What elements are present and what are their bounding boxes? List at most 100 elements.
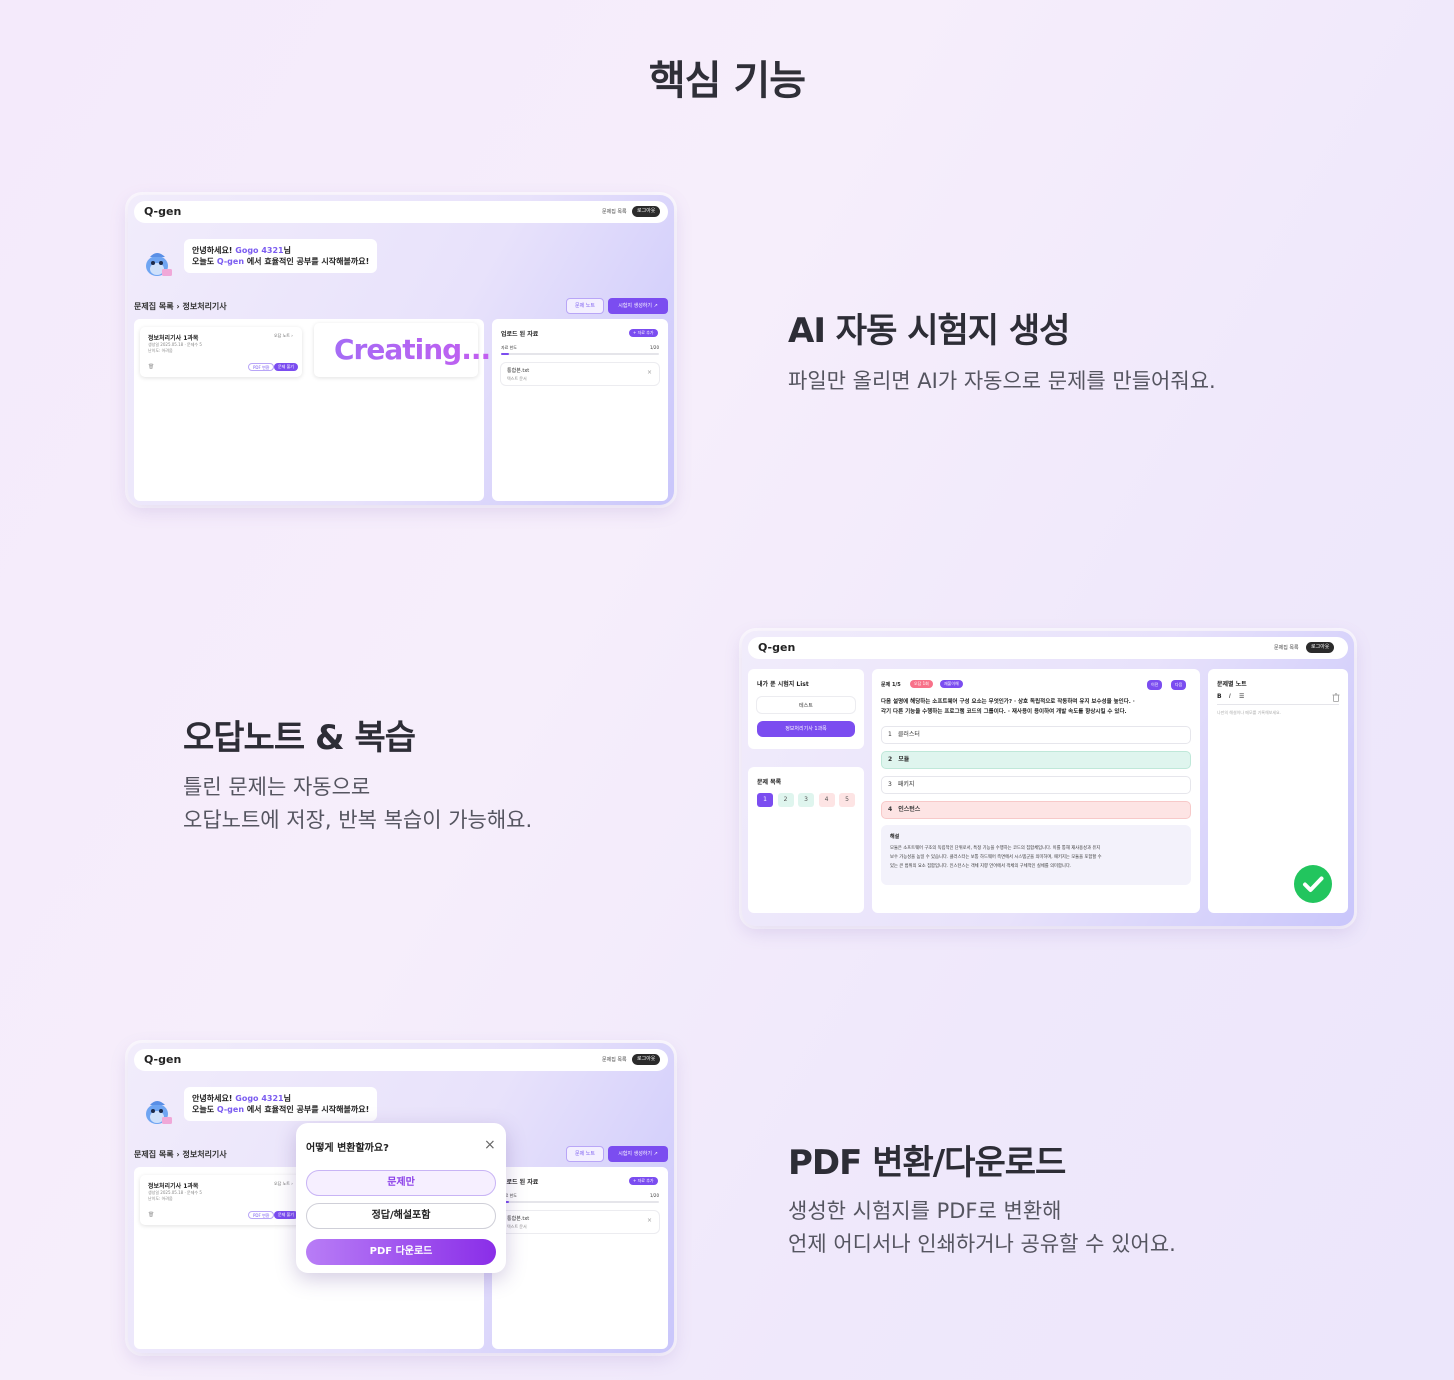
wrong-note-link[interactable]: 오답 노트 ›	[274, 333, 293, 339]
prev-button[interactable]: 이전	[1147, 680, 1163, 690]
problem-number-button[interactable]: 2	[777, 793, 794, 807]
usage-label: 자료 한도	[501, 345, 517, 350]
usage-progress	[501, 353, 659, 355]
wrong-note-link[interactable]: 오답 노트 ›	[274, 1181, 293, 1187]
add-file-button[interactable]: + 자료 추가	[629, 1177, 658, 1185]
breadcrumb-root[interactable]: 문제집 목록	[134, 302, 174, 311]
app-logo[interactable]: Q-gen	[144, 1053, 181, 1066]
problem-note-button[interactable]: 문제 노트	[566, 1146, 604, 1162]
logout-button[interactable]: 로그아웃	[632, 1054, 661, 1065]
note-toolbar-divider	[1217, 704, 1339, 705]
app-header: Q-gen 문제집 목록 로그아웃	[748, 637, 1348, 659]
problem-set-card[interactable]: 정보처리기사 1과목 생성일 2025.05.18 · 문제수 5 난이도: 어…	[140, 1175, 302, 1225]
trash-icon[interactable]	[1332, 693, 1340, 702]
answer-option[interactable]: 1 클러스터	[881, 726, 1191, 744]
remove-file-icon[interactable]: ×	[647, 369, 652, 376]
answer-option[interactable]: 2 모듈	[881, 751, 1191, 769]
option-number: 1	[888, 731, 892, 738]
option-questions-only[interactable]: 문제만	[306, 1170, 496, 1196]
retry-tag: 재풀이해	[940, 680, 963, 688]
greeting-box: 안녕하세요! Gogo 4321님 오늘도 Q-gen 에서 효율적인 공부를 …	[184, 239, 378, 273]
problem-note-button[interactable]: 문제 노트	[566, 298, 604, 314]
solve-button[interactable]: 문제 풀기	[274, 1211, 298, 1219]
option-number: 3	[888, 781, 892, 788]
check-icon	[1294, 865, 1332, 903]
feature-3-title: PDF 변환/다운로드	[788, 1143, 1066, 1183]
note-placeholder[interactable]: 나만의 해설이나 메모를 기록해보세요.	[1217, 710, 1281, 716]
problem-number-button[interactable]: 1	[757, 793, 773, 807]
problem-number-button[interactable]: 4	[818, 793, 835, 807]
next-button[interactable]: 다음	[1171, 680, 1187, 690]
list-tool-icon[interactable]: ☰	[1239, 693, 1244, 700]
usage-progress	[501, 1201, 659, 1203]
feature-3-desc-line1: 생성한 시험지를 PDF로 변환해	[788, 1199, 1062, 1223]
greeting-line2-suffix: 에서 효율적인 공부를 시작해볼까요!	[246, 1105, 370, 1114]
feature-2-mockup: Q-gen 문제집 목록 로그아웃 내가 푼 시험지 List 테스트 정보처리…	[742, 631, 1354, 926]
greeting-line2-prefix: 오늘도	[192, 257, 215, 266]
trash-icon[interactable]: 🗑	[148, 1212, 154, 1218]
option-number: 2	[888, 756, 893, 763]
feature-2-desc-line2: 오답노트에 저장, 반복 복습이 가능해요.	[183, 808, 533, 832]
question-panel: 문제 1/5 오답 1회 재풀이해 이전 다음 다음 설명에 해당하는 소프트웨…	[872, 669, 1200, 913]
breadcrumb-separator: ›	[176, 302, 180, 311]
remove-file-icon[interactable]: ×	[647, 1217, 652, 1224]
breadcrumb-root[interactable]: 문제집 목록	[134, 1150, 174, 1159]
solved-item-active[interactable]: 정보처리기사 1과목	[757, 721, 855, 737]
uploaded-file-item[interactable]: 통합본.txt 텍스트 문서 ×	[501, 1211, 659, 1233]
breadcrumb-current: 정보처리기사	[182, 1150, 227, 1159]
add-file-button[interactable]: + 자료 추가	[629, 329, 658, 337]
dolphin-mascot-icon	[146, 253, 172, 276]
problem-set-card[interactable]: 정보처리기사 1과목 생성일 2025.05.18 · 문제수 5 난이도: 어…	[140, 327, 302, 377]
option-with-answers[interactable]: 정답/해설포함	[306, 1203, 496, 1229]
usage-count: 1/20	[650, 1193, 659, 1198]
uploaded-file-item[interactable]: 통합본.txt 텍스트 문서 ×	[501, 363, 659, 385]
greeting-text: 안녕하세요!	[192, 1094, 233, 1103]
username: Gogo 4321	[235, 246, 284, 255]
nav-problem-list[interactable]: 문제집 목록	[1274, 644, 1299, 651]
breadcrumb: 문제집 목록 › 정보처리기사	[134, 301, 227, 312]
option-text: 모듈	[898, 756, 910, 763]
app-logo[interactable]: Q-gen	[758, 641, 795, 654]
dolphin-mascot-icon	[146, 1101, 172, 1124]
pdf-convert-button[interactable]: PDF 변환	[248, 363, 275, 371]
username: Gogo 4321	[235, 1094, 284, 1103]
feature-1-title: AI 자동 시험지 생성	[788, 311, 1070, 351]
breadcrumb: 문제집 목록 › 정보처리기사	[134, 1149, 227, 1160]
breadcrumb-separator: ›	[176, 1150, 180, 1159]
italic-tool-icon[interactable]: I	[1229, 693, 1231, 700]
answer-option[interactable]: 4 인스턴스	[881, 801, 1191, 819]
problem-number-button[interactable]: 3	[798, 793, 814, 807]
creating-label: Creating...	[334, 333, 491, 366]
usage-count: 1/20	[650, 345, 659, 350]
uploaded-title: 업로드 된 자료	[501, 1179, 539, 1186]
solved-item-test[interactable]: 테스트	[757, 697, 855, 713]
pdf-convert-button[interactable]: PDF 변환	[248, 1211, 275, 1219]
nav-problem-list[interactable]: 문제집 목록	[602, 208, 627, 215]
bold-tool-icon[interactable]: B	[1217, 693, 1222, 700]
solved-list-panel: 내가 푼 시험지 List 테스트 정보처리기사 1과목	[748, 669, 864, 749]
close-icon[interactable]: ×	[484, 1137, 496, 1153]
option-text: 클러스터	[897, 731, 920, 738]
explanation-line1: 모듈은 소프트웨어 구조의 독립적인 단위로서, 특정 기능을 수행하는 코드의…	[890, 846, 1101, 851]
modal-title: 어떻게 변환할까요?	[306, 1143, 389, 1154]
greeting-text: 안녕하세요!	[192, 246, 233, 255]
answer-option[interactable]: 3 패키지	[881, 776, 1191, 794]
problem-number-button[interactable]: 5	[839, 793, 855, 807]
card-meta-difficulty: 난이도: 어려움	[148, 1196, 173, 1201]
question-text-line1: 다음 설명에 해당하는 소프트웨어 구성 요소는 무엇인가? · 상호 독립적으…	[881, 699, 1135, 705]
trash-icon[interactable]: 🗑	[148, 364, 154, 370]
generate-test-button[interactable]: 시험지 생성하기 ↗	[608, 1146, 668, 1162]
page-title: 핵심 기능	[648, 58, 806, 104]
generate-test-button[interactable]: 시험지 생성하기 ↗	[608, 298, 668, 314]
pdf-download-button[interactable]: PDF 다운로드	[306, 1239, 496, 1265]
question-text-line2: 각기 다른 기능을 수행하는 프로그램 코드의 그룹이다. · 재사용이 용이하…	[881, 709, 1127, 715]
feature-2-title: 오답노트 & 복습	[183, 718, 416, 758]
nav-problem-list[interactable]: 문제집 목록	[602, 1056, 627, 1063]
logout-button[interactable]: 로그아웃	[1306, 642, 1335, 653]
file-name: 통합본.txt	[507, 1216, 530, 1222]
note-panel: 문제별 노트 B I ☰ 나만의 해설이나 메모를 기록해보세요.	[1208, 669, 1348, 913]
solve-button[interactable]: 문제 풀기	[274, 363, 298, 371]
breadcrumb-current: 정보처리기사	[182, 302, 227, 311]
logout-button[interactable]: 로그아웃	[632, 206, 661, 217]
app-logo[interactable]: Q-gen	[144, 205, 181, 218]
